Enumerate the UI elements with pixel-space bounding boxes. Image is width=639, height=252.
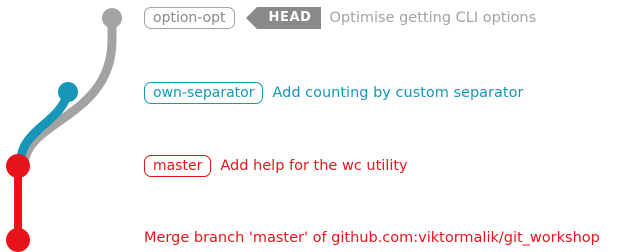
commit-row-merge[interactable]: Merge branch 'master' of github.com:vikt… bbox=[144, 230, 600, 246]
commit-row-master[interactable]: master Add help for the wc utility bbox=[144, 155, 408, 177]
head-tag[interactable]: HEAD bbox=[245, 7, 321, 29]
branch-label-master[interactable]: master bbox=[144, 155, 212, 177]
commit-message: Merge branch 'master' of github.com:vikt… bbox=[144, 230, 600, 246]
branch-label-own-separator[interactable]: own-separator bbox=[144, 82, 264, 104]
commit-node-own-separator[interactable] bbox=[58, 82, 78, 102]
commit-message: Add help for the wc utility bbox=[220, 158, 408, 174]
commit-node-option-opt[interactable] bbox=[102, 8, 122, 28]
commit-graph bbox=[6, 8, 122, 252]
commit-row-option-opt[interactable]: option-opt HEAD Optimise getting CLI opt… bbox=[144, 7, 536, 29]
commit-node-master[interactable] bbox=[6, 154, 30, 178]
branch-label-option-opt[interactable]: option-opt bbox=[144, 7, 235, 29]
commit-message: Add counting by custom separator bbox=[272, 85, 524, 101]
commit-row-own-separator[interactable]: own-separator Add counting by custom sep… bbox=[144, 82, 523, 104]
commit-message: Optimise getting CLI options bbox=[329, 10, 537, 26]
commit-node-merge[interactable] bbox=[6, 228, 30, 252]
